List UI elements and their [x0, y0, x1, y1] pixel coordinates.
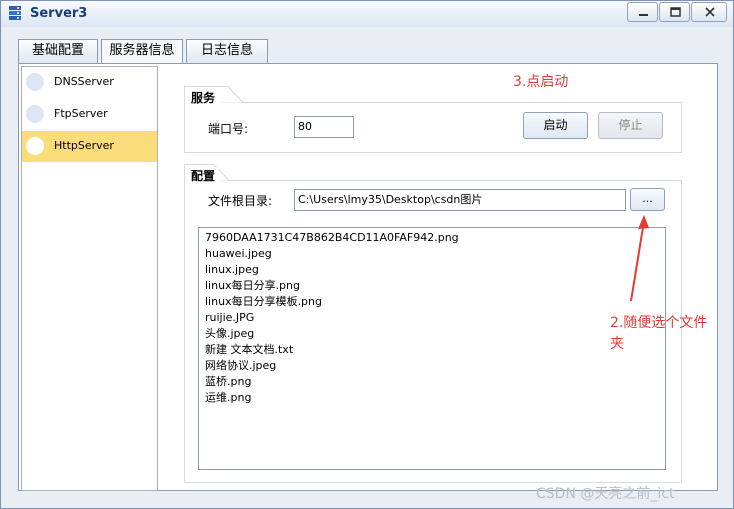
close-icon — [705, 7, 715, 17]
list-item[interactable]: linux.jpeg — [205, 263, 259, 277]
sidebar-item-httpserver[interactable]: HttpServer — [22, 131, 157, 162]
tab-basic-config[interactable]: 基础配置 — [18, 39, 98, 63]
list-item[interactable]: 运维.png — [205, 391, 251, 405]
browse-button[interactable]: ... — [630, 188, 665, 211]
list-item[interactable]: 网络协议.jpeg — [205, 359, 276, 373]
list-item[interactable]: 7960DAA1731C47B862B4CD11A0FAF942.png — [205, 231, 459, 245]
server-app-icon — [9, 6, 21, 20]
stop-button[interactable]: 停止 — [598, 112, 663, 139]
start-button[interactable]: 启动 — [523, 112, 588, 139]
maximize-icon — [670, 7, 681, 17]
close-button[interactable] — [691, 2, 727, 22]
server-icon — [26, 73, 44, 91]
annotation-arrow — [630, 215, 649, 302]
title-bar[interactable]: Server3 — [1, 1, 733, 27]
service-group-title: 服务 — [187, 89, 220, 106]
list-item[interactable]: ruijie.JPG — [205, 311, 254, 325]
minimize-icon — [639, 14, 648, 16]
file-list[interactable]: 7960DAA1731C47B862B4CD11A0FAF942.png hua… — [198, 227, 666, 470]
list-item[interactable]: 头像.jpeg — [205, 327, 254, 341]
annotation-step2-line2: 夹 — [610, 336, 624, 352]
list-item[interactable]: 新建 文本文档.txt — [205, 343, 293, 357]
sidebar-item-label: HttpServer — [54, 139, 114, 152]
sidebar-item-ftpserver[interactable]: FtpServer — [22, 99, 157, 130]
server-list: DNSServer FtpServer HttpServer — [21, 66, 158, 491]
server-icon — [26, 137, 44, 155]
list-item[interactable]: 蓝桥.png — [205, 375, 251, 389]
config-group-title: 配置 — [187, 167, 220, 184]
server-icon — [26, 105, 44, 123]
tab-log-info[interactable]: 日志信息 — [186, 39, 268, 63]
annotation-step2-line1: 2.随便选个文件 — [610, 315, 708, 331]
root-dir-label: 文件根目录: — [208, 194, 273, 208]
annotation-step3: 3.点启动 — [513, 74, 569, 90]
list-item[interactable]: linux每日分享模板.png — [205, 295, 322, 309]
watermark: CSDN @天亮之前_ict — [536, 486, 675, 502]
tab-server-info[interactable]: 服务器信息 — [101, 39, 183, 65]
maximize-button[interactable] — [659, 2, 690, 22]
list-item[interactable]: linux每日分享.png — [205, 279, 300, 293]
list-item[interactable]: huawei.jpeg — [205, 247, 272, 261]
sidebar-item-label: DNSServer — [54, 75, 114, 88]
root-dir-input[interactable]: C:\Users\lmy35\Desktop\csdn图片 — [294, 189, 626, 211]
app-window: Server3 基础配置 服务器信息 日志信息 DNSServer FtpSer… — [0, 0, 734, 509]
sidebar-item-label: FtpServer — [54, 107, 108, 120]
window-title: Server3 — [30, 6, 88, 21]
minimize-button[interactable] — [627, 2, 658, 22]
port-input[interactable]: 80 — [294, 116, 354, 138]
port-label: 端口号: — [208, 122, 249, 136]
sidebar-item-dnsserver[interactable]: DNSServer — [22, 67, 157, 98]
